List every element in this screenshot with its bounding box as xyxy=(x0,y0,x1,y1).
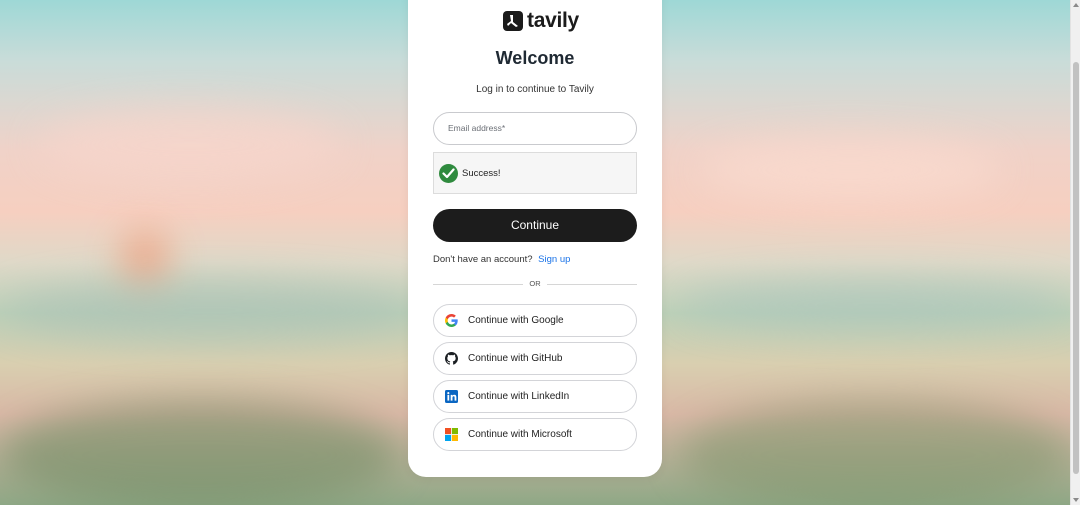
checkmark-icon xyxy=(439,163,458,183)
github-icon xyxy=(444,352,458,366)
captcha-status: Success! xyxy=(462,167,501,179)
signup-link[interactable]: Sign up xyxy=(538,254,570,265)
tavily-logo-icon xyxy=(503,11,523,31)
login-card: tavily Welcome Log in to continue to Tav… xyxy=(408,0,662,477)
email-field[interactable]: Email address* xyxy=(433,112,637,145)
page-scrollbar[interactable] xyxy=(1070,0,1080,505)
brand-logo: tavily xyxy=(503,9,579,32)
github-login-label: Continue with GitHub xyxy=(468,353,563,364)
scroll-down-icon[interactable] xyxy=(1073,498,1079,502)
linkedin-login-label: Continue with LinkedIn xyxy=(468,391,570,402)
microsoft-icon xyxy=(444,428,458,442)
scrollbar-thumb[interactable] xyxy=(1073,62,1079,474)
microsoft-login-label: Continue with Microsoft xyxy=(468,429,572,440)
signup-prompt: Don't have an account? xyxy=(433,254,533,265)
signup-row: Don't have an account? Sign up xyxy=(433,254,570,265)
scroll-up-icon[interactable] xyxy=(1073,3,1079,7)
google-icon xyxy=(444,314,458,328)
linkedin-icon xyxy=(444,390,458,404)
microsoft-login-button[interactable]: Continue with Microsoft xyxy=(433,418,637,451)
linkedin-login-button[interactable]: Continue with LinkedIn xyxy=(433,380,637,413)
divider-or: OR xyxy=(523,279,547,289)
brand-name: tavily xyxy=(527,9,579,32)
page-title: Welcome xyxy=(495,48,575,68)
captcha-widget[interactable]: Success! xyxy=(433,152,637,194)
page-subtitle: Log in to continue to Tavily xyxy=(476,84,594,95)
google-login-button[interactable]: Continue with Google xyxy=(433,304,637,337)
email-placeholder: Email address* xyxy=(448,123,506,133)
github-login-button[interactable]: Continue with GitHub xyxy=(433,342,637,375)
continue-button[interactable]: Continue xyxy=(433,209,637,242)
google-login-label: Continue with Google xyxy=(468,315,564,326)
